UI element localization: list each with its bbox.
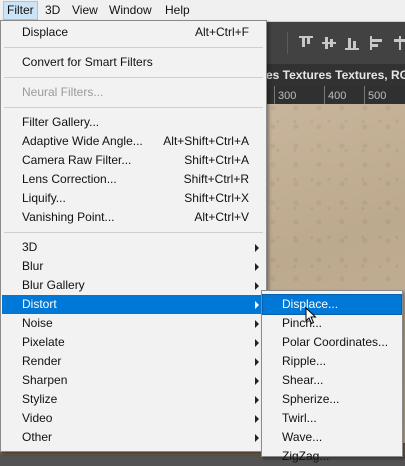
menu-separator [4, 77, 263, 78]
menu-item-label: Neural Filters... [22, 85, 104, 99]
menu-item-adaptive-wide-angle[interactable]: Adaptive Wide Angle... Alt+Shift+Ctrl+A [2, 132, 265, 151]
menu-item-shortcut: Shift+Ctrl+A [184, 153, 249, 167]
menu-item-label: 3D [22, 240, 38, 254]
menu-item-label: Spherize... [282, 392, 340, 406]
submenu-item-pinch[interactable]: Pinch... [263, 314, 401, 333]
menu-item-label: Camera Raw Filter... [22, 153, 132, 167]
menu-filter[interactable]: Filter [3, 1, 38, 20]
submenu-arrow-icon [255, 301, 259, 309]
menu-item-label: Stylize [22, 392, 58, 406]
menu-item-noise[interactable]: Noise [2, 314, 265, 333]
menu-item-label: Liquify... [22, 191, 66, 205]
menu-item-label: Blur [22, 259, 44, 273]
menu-item-label: Polar Coordinates... [282, 335, 389, 349]
menu-item-render[interactable]: Render [2, 352, 265, 371]
submenu-arrow-icon [255, 339, 259, 347]
submenu-item-twirl[interactable]: Twirl... [263, 409, 401, 428]
menu-item-shortcut: Alt+Shift+Ctrl+A [163, 134, 249, 148]
submenu-item-shear[interactable]: Shear... [263, 371, 401, 390]
menu-item-convert-smart-filters[interactable]: Convert for Smart Filters [2, 53, 265, 72]
menu-item-label: Other [22, 430, 53, 444]
menu-bar: Filter 3D View Window Help [0, 0, 405, 22]
menu-item-label: Sharpen [22, 373, 68, 387]
options-divider [287, 32, 288, 54]
menu-item-shortcut: Shift+Ctrl+R [183, 172, 249, 186]
horizontal-ruler: 300 400 500 [266, 86, 405, 104]
submenu-item-ripple[interactable]: Ripple... [263, 352, 401, 371]
menu-item-label: Distort [22, 297, 57, 311]
menu-item-vanishing-point[interactable]: Vanishing Point... Alt+Ctrl+V [2, 208, 265, 227]
menu-item-filter-gallery[interactable]: Filter Gallery... [2, 113, 265, 132]
align-vertical-centers-icon[interactable] [322, 36, 336, 50]
menu-item-stylize[interactable]: Stylize [2, 390, 265, 409]
submenu-item-wave[interactable]: Wave... [263, 428, 401, 447]
menu-item-neural-filters: Neural Filters... [2, 83, 265, 102]
align-horizontal-centers-icon[interactable] [393, 36, 405, 50]
submenu-arrow-icon [255, 377, 259, 385]
menu-item-shortcut: Alt+Ctrl+V [194, 210, 249, 224]
menu-item-label: Noise [22, 316, 53, 330]
align-top-edges-icon[interactable] [299, 36, 313, 50]
menu-item-label: Ripple... [282, 354, 327, 368]
menu-item-label: Pixelate [22, 335, 65, 349]
document-tab[interactable]: es Textures Textures, RGB/ [266, 64, 405, 86]
menu-separator [4, 47, 263, 48]
menu-item-label: Twirl... [282, 411, 317, 425]
ruler-tick: 400 [324, 86, 346, 104]
submenu-arrow-icon [255, 263, 259, 271]
submenu-arrow-icon [255, 434, 259, 442]
document-title: es Textures Textures, RGB/ [266, 68, 405, 82]
menu-item-label: Shear... [282, 373, 324, 387]
ruler-tick: 300 [274, 86, 296, 104]
menu-window[interactable]: Window [106, 2, 155, 19]
submenu-item-polar-coordinates[interactable]: Polar Coordinates... [263, 333, 401, 352]
menu-separator [4, 107, 263, 108]
distort-submenu: Displace... Pinch... Polar Coordinates..… [261, 290, 403, 463]
menu-item-blur-gallery[interactable]: Blur Gallery [2, 276, 265, 295]
filter-menu: Displace Alt+Ctrl+F Convert for Smart Fi… [0, 20, 267, 452]
submenu-item-displace[interactable]: Displace... [262, 294, 402, 315]
align-bottom-edges-icon[interactable] [345, 36, 359, 50]
menu-item-last-filter[interactable]: Displace Alt+Ctrl+F [2, 23, 265, 42]
options-bar [266, 22, 405, 65]
mouse-cursor-icon [305, 307, 317, 325]
submenu-item-spherize[interactable]: Spherize... [263, 390, 401, 409]
menu-item-label: Adaptive Wide Angle... [22, 134, 143, 148]
menu-item-label: Wave... [282, 430, 323, 444]
menu-item-liquify[interactable]: Liquify... Shift+Ctrl+X [2, 189, 265, 208]
menu-separator [4, 232, 263, 233]
submenu-item-zigzag[interactable]: ZigZag... [263, 447, 401, 466]
menu-view[interactable]: View [69, 2, 101, 19]
submenu-arrow-icon [255, 282, 259, 290]
ruler-tick: 500 [364, 86, 386, 104]
menu-item-3d[interactable]: 3D [2, 238, 265, 257]
submenu-arrow-icon [255, 358, 259, 366]
menu-3d[interactable]: 3D [42, 2, 63, 19]
submenu-arrow-icon [255, 415, 259, 423]
menu-item-video[interactable]: Video [2, 409, 265, 428]
menu-item-other[interactable]: Other [2, 428, 265, 447]
menu-item-label: Convert for Smart Filters [22, 55, 153, 69]
menu-item-shortcut: Alt+Ctrl+F [194, 25, 249, 39]
menu-item-label: ZigZag... [282, 449, 330, 463]
menu-item-label: Video [22, 411, 53, 425]
menu-item-label: Filter Gallery... [22, 115, 100, 129]
menu-item-sharpen[interactable]: Sharpen [2, 371, 265, 390]
menu-item-label: Lens Correction... [22, 172, 117, 186]
submenu-arrow-icon [255, 320, 259, 328]
menu-item-distort[interactable]: Distort [2, 295, 265, 314]
menu-item-lens-correction[interactable]: Lens Correction... Shift+Ctrl+R [2, 170, 265, 189]
menu-item-label: Displace [22, 25, 69, 39]
submenu-arrow-icon [255, 244, 259, 252]
align-left-edges-icon[interactable] [370, 36, 384, 50]
menu-help[interactable]: Help [162, 2, 193, 19]
menu-item-pixelate[interactable]: Pixelate [2, 333, 265, 352]
submenu-arrow-icon [255, 396, 259, 404]
menu-item-label: Render [22, 354, 62, 368]
menu-item-blur[interactable]: Blur [2, 257, 265, 276]
menu-item-shortcut: Shift+Ctrl+X [184, 191, 249, 205]
menu-item-label: Vanishing Point... [22, 210, 115, 224]
menu-item-label: Blur Gallery [22, 278, 85, 292]
menu-item-camera-raw-filter[interactable]: Camera Raw Filter... Shift+Ctrl+A [2, 151, 265, 170]
